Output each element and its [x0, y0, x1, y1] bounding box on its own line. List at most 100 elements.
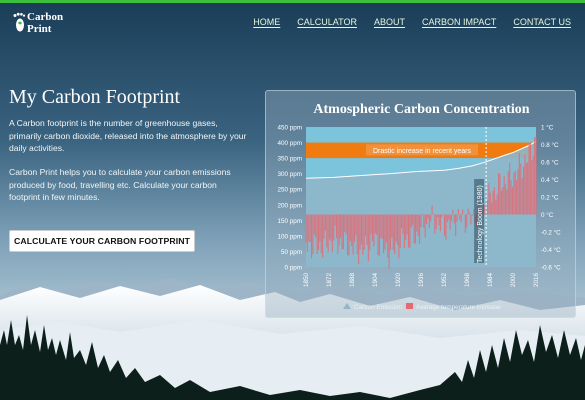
- temperature-bar: [504, 184, 507, 215]
- right-axis-tick: -0.6 °C: [541, 264, 561, 272]
- temperature-bar: [347, 214, 349, 256]
- temperature-bar: [431, 205, 433, 215]
- temperature-bar: [327, 214, 329, 253]
- left-axis-tick: 100 ppm: [277, 233, 302, 240]
- temperature-bar: [333, 214, 335, 241]
- left-axis-tick: 300 ppm: [277, 171, 302, 178]
- temperature-bar: [419, 214, 421, 244]
- hero-paragraph-2: Carbon Print helps you to calculate your…: [9, 167, 231, 202]
- main-nav: HOME CALCULATOR ABOUT CARBON IMPACT CONT…: [236, 17, 571, 27]
- calculate-footprint-button[interactable]: CALCULATE YOUR CARBON FOOTPRINT: [9, 230, 195, 252]
- temperature-bar: [396, 214, 398, 245]
- temperature-bar: [437, 214, 439, 217]
- x-axis-tick: 1888: [349, 272, 356, 287]
- temperature-bar: [507, 171, 509, 215]
- carbon-chart-card: Atmospheric Carbon Concentration Drastic …: [265, 90, 576, 318]
- temperature-bar: [466, 214, 468, 228]
- nav-about[interactable]: ABOUT: [374, 17, 405, 27]
- temperature-bar: [444, 214, 446, 236]
- temperature-bar: [334, 214, 336, 226]
- temperature-bar: [423, 214, 425, 228]
- temperature-bar: [365, 214, 367, 236]
- temperature-bar: [352, 214, 354, 255]
- temperature-bar: [532, 156, 534, 215]
- right-axis-tick: 0.8 °C: [541, 141, 559, 149]
- temperature-bar: [387, 214, 389, 258]
- temperature-bar: [315, 214, 317, 238]
- temperature-bar: [499, 173, 501, 215]
- temperature-bar: [468, 212, 471, 215]
- temperature-bar: [391, 214, 393, 238]
- temperature-bar: [402, 214, 404, 235]
- temperature-bar: [405, 214, 407, 241]
- temperature-bar: [377, 214, 379, 256]
- temperature-bar: [369, 214, 371, 251]
- temperature-bar: [384, 214, 386, 250]
- temperature-bar: [470, 214, 472, 225]
- temperature-bar: [521, 177, 523, 215]
- nav-contact-us[interactable]: CONTACT US: [513, 17, 571, 27]
- brand-logo[interactable]: Carbon Print: [12, 11, 72, 37]
- temperature-bar: [460, 214, 462, 223]
- temperature-bar: [535, 136, 537, 215]
- temperature-bar: [335, 214, 338, 239]
- temperature-bar: [489, 192, 491, 215]
- temperature-bar: [439, 214, 441, 232]
- temperature-bar: [392, 214, 394, 251]
- brand-line-2: Print: [27, 23, 52, 35]
- legend-temperature-swatch: [406, 303, 413, 309]
- temperature-bar: [434, 214, 436, 234]
- temperature-bar: [462, 209, 464, 215]
- temperature-bar: [506, 189, 508, 215]
- temperature-bar: [320, 214, 322, 254]
- temperature-bar: [324, 214, 326, 231]
- nav-calculator[interactable]: CALCULATOR: [297, 17, 357, 27]
- temperature-bar: [395, 214, 397, 242]
- temperature-bar: [425, 214, 428, 225]
- left-axis-tick: 200 ppm: [277, 202, 302, 209]
- temperature-bar: [362, 214, 364, 255]
- temperature-bar: [383, 214, 385, 254]
- temperature-bar: [313, 214, 315, 235]
- temperature-bar: [442, 214, 444, 216]
- temperature-bar: [455, 214, 457, 237]
- temperature-bar: [359, 214, 361, 250]
- temperature-bar: [529, 142, 532, 215]
- temperature-bar: [381, 214, 383, 239]
- x-axis-tick: 1936: [418, 272, 425, 287]
- temperature-bar: [376, 214, 378, 235]
- temperature-bar: [432, 213, 435, 215]
- temperature-bar: [351, 214, 353, 247]
- left-axis-tick: 450 ppm: [277, 125, 302, 132]
- chart-title: Atmospheric Carbon Concentration: [313, 102, 529, 117]
- nav-carbon-impact[interactable]: CARBON IMPACT: [422, 17, 496, 27]
- temperature-bar: [511, 186, 513, 215]
- nav-home[interactable]: HOME: [253, 17, 280, 27]
- temperature-bar: [337, 214, 339, 254]
- temperature-bar: [329, 214, 331, 240]
- temperature-bar: [524, 154, 526, 215]
- temperature-bar: [345, 214, 347, 235]
- temperature-bar: [344, 214, 346, 232]
- temperature-bar: [380, 214, 382, 239]
- temperature-bar: [449, 214, 451, 230]
- temperature-bar: [525, 162, 527, 215]
- temperature-bar: [414, 214, 417, 244]
- temperature-bar: [316, 214, 318, 254]
- temperature-bar: [421, 213, 423, 215]
- temperature-bar: [498, 172, 500, 215]
- temperature-bar: [342, 214, 344, 250]
- temperature-bar: [319, 214, 321, 242]
- temperature-bar: [309, 214, 311, 243]
- x-axis-tick: 2000: [510, 272, 517, 287]
- temperature-bar: [356, 214, 358, 255]
- temperature-bar: [495, 199, 497, 215]
- temperature-bar: [360, 214, 362, 245]
- temperature-bar: [373, 214, 375, 247]
- x-axis-tick: 2016: [533, 272, 540, 287]
- legend-carbon-label: Carbon Emission: [354, 304, 402, 311]
- temperature-bar: [441, 214, 443, 218]
- hero-title: My Carbon Footprint: [9, 86, 181, 108]
- temperature-bar: [374, 214, 376, 234]
- temperature-bar: [446, 214, 448, 222]
